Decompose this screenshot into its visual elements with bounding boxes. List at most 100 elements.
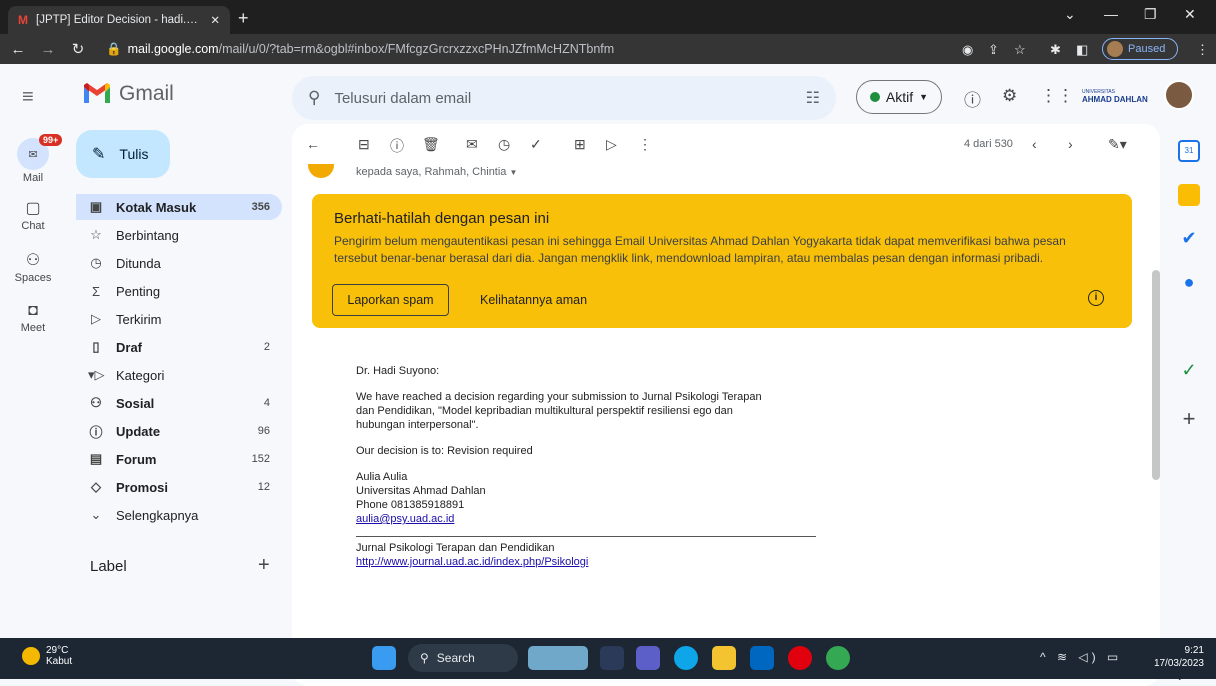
share-icon[interactable]: ⇪ [988,42,999,58]
url-field[interactable]: 🔒 mail.google.com /mail/u/0/?tab=rm&ogbl… [106,37,938,61]
recipients[interactable]: kepada saya, Rahmah, Chintia ▼ [356,166,517,178]
sidebar-item-important[interactable]: Σ Penting [76,278,282,304]
teams-icon[interactable] [636,646,660,670]
add-task-icon[interactable]: ✓ [530,136,542,153]
profile-button[interactable]: Paused [1102,38,1178,60]
prev-message-icon[interactable]: ‹ [1032,136,1037,152]
sidebar-item-sent[interactable]: ▷ Terkirim [76,306,282,332]
journal-link[interactable]: http://www.journal.uad.ac.id/index.php/P… [356,556,588,568]
search-options-icon[interactable]: ☷ [806,88,820,108]
message-toolbar: ← ⊟ ⓘ 🗑 ✉ ◷ ✓ ⊞ ▷ ⋮ 4 dari 530 ‹ › ✎▾ [292,124,1160,168]
close-window-icon[interactable]: ✕ [1184,6,1196,23]
report-spam-icon[interactable]: ⓘ [390,136,404,156]
tab-search-icon[interactable]: ⌄ [1064,6,1076,23]
status-dropdown[interactable]: Aktif ▼ [856,80,942,114]
edge-icon[interactable] [674,646,698,670]
report-spam-button[interactable]: Laporkan spam [332,284,449,316]
gmail-app: ≡ Gmail ⚲ Telusuri dalam email ☷ Aktif ▼… [0,64,1216,686]
chrome-icon[interactable] [826,646,850,670]
archive-icon[interactable]: ⊟ [358,136,370,153]
search-bar[interactable]: ⚲ Telusuri dalam email ☷ [292,76,836,120]
compose-button[interactable]: ✎ Tulis [76,130,170,178]
search-icon[interactable]: ⚲ [308,88,320,108]
task-view-icon[interactable] [600,646,624,670]
sidebar-item-label: Update [116,423,161,439]
weather-widget[interactable]: 29°C Kabut [22,645,72,667]
sidebar-item-social[interactable]: ⚇ Sosial 4 [76,390,282,416]
new-tab-icon[interactable]: + [238,8,249,29]
contacts-icon[interactable]: ● [1178,272,1200,294]
back-icon[interactable]: ← [6,41,30,58]
bookmark-star-icon[interactable]: ☆ [1014,42,1026,58]
sidebar-item-label: Kategori [116,367,165,383]
sidebar-item-categories[interactable]: ▾▷ Kategori [76,362,282,388]
main-menu-icon[interactable]: ≡ [22,86,34,109]
search-input[interactable]: Telusuri dalam email [334,90,471,107]
warning-title: Berhati-hatilah dengan pesan ini [334,210,550,227]
sidebar-item-drafts[interactable]: ▯ Draf 2 [76,334,282,360]
input-tools-icon[interactable]: ✎▾ [1108,136,1127,153]
move-to-icon[interactable]: ⊞ [574,136,586,153]
sidebar-item-promotions[interactable]: ◇ Promosi 12 [76,474,282,500]
forward-icon[interactable]: → [36,41,60,58]
scrollbar[interactable] [1152,270,1160,480]
rail-item-chat[interactable]: ▢ Chat [0,198,66,232]
clock[interactable]: 9:21 17/03/2023 [1142,644,1204,670]
meet-icon: ◘ [28,302,38,319]
sidebar-item-starred[interactable]: ☆ Berbintang [76,222,282,248]
tasks-icon[interactable]: ✔ [1178,228,1200,250]
looks-safe-button[interactable]: Kelihatannya aman [480,293,587,307]
browser-menu-icon[interactable]: ⋮ [1196,42,1209,58]
opera-icon[interactable] [788,646,812,670]
rail-item-mail[interactable]: ✉ 99+ Mail [0,134,66,184]
app-name: Gmail [119,82,174,105]
browser-tab[interactable]: M [JPTP] Editor Decision - hadi.suyono ✕ [8,6,230,34]
weather-condition: Kabut [46,656,73,667]
delete-icon[interactable]: 🗑 [422,136,440,153]
side-panel-icon[interactable]: ◧ [1076,42,1088,58]
sidebar-item-label: Selengkapnya [116,507,199,523]
sidebar-item-snoozed[interactable]: ◷ Ditunda [76,250,282,276]
sidebar-item-forums[interactable]: ▤ Forum 152 [76,446,282,472]
help-icon[interactable]: ⓘ [964,86,981,111]
gmail-logo[interactable]: Gmail [82,82,174,106]
mail-app-icon[interactable] [750,646,774,670]
gmail-m-icon [84,83,110,103]
location-icon[interactable]: ◉ [962,42,973,58]
start-icon[interactable] [372,646,396,670]
label-icon[interactable]: ▷ [606,136,617,153]
signature-email-link[interactable]: aulia@psy.uad.ac.id [356,513,454,525]
account-avatar[interactable] [1164,80,1194,110]
sidebar-item-updates[interactable]: ⓘ Update 96 [76,418,282,444]
sidebar-item-label: Sosial [116,395,155,411]
mail-icon: ✉ 99+ [17,134,63,170]
extensions-icon[interactable]: ✱ [1050,42,1061,58]
date: 17/03/2023 [1153,658,1204,669]
addon-check-icon[interactable]: ✓ [1178,360,1200,382]
mark-unread-icon[interactable]: ✉ [466,136,478,153]
taskbar-search[interactable]: ⚲ Search [408,644,518,672]
apps-grid-icon[interactable]: ⋮⋮ [1040,86,1074,106]
close-tab-icon[interactable]: ✕ [210,13,220,27]
more-options-icon[interactable]: ⋮ [638,136,652,153]
next-message-icon[interactable]: › [1068,136,1073,152]
rail-item-meet[interactable]: ◘ Meet [0,302,66,334]
sidebar-item-inbox[interactable]: ▣ Kotak Masuk 356 [76,194,282,220]
system-tray[interactable]: ^ ≋ ◁) ▭ [1040,650,1122,664]
calendar-icon[interactable]: 31 [1178,140,1200,162]
add-label-icon[interactable]: + [258,554,270,577]
file-explorer-icon[interactable] [712,646,736,670]
minimize-icon[interactable]: — [1104,6,1118,22]
info-icon[interactable]: i [1088,290,1104,306]
back-to-inbox-icon[interactable]: ← [306,136,320,152]
reload-icon[interactable]: ↻ [66,40,90,58]
snooze-icon[interactable]: ◷ [498,136,510,153]
settings-gear-icon[interactable]: ⚙ [1002,86,1017,106]
get-addons-icon[interactable]: + [1178,406,1200,431]
restore-icon[interactable]: ❐ [1144,6,1157,23]
message-pane: ← ⊟ ⓘ 🗑 ✉ ◷ ✓ ⊞ ▷ ⋮ 4 dari 530 ‹ › ✎▾ ke… [292,124,1160,686]
keep-icon[interactable] [1178,184,1200,206]
widgets-icon[interactable] [528,646,588,670]
rail-item-spaces[interactable]: ⚇ Spaces [0,250,66,284]
sidebar-item-more[interactable]: ⌄ Selengkapnya [76,502,282,528]
